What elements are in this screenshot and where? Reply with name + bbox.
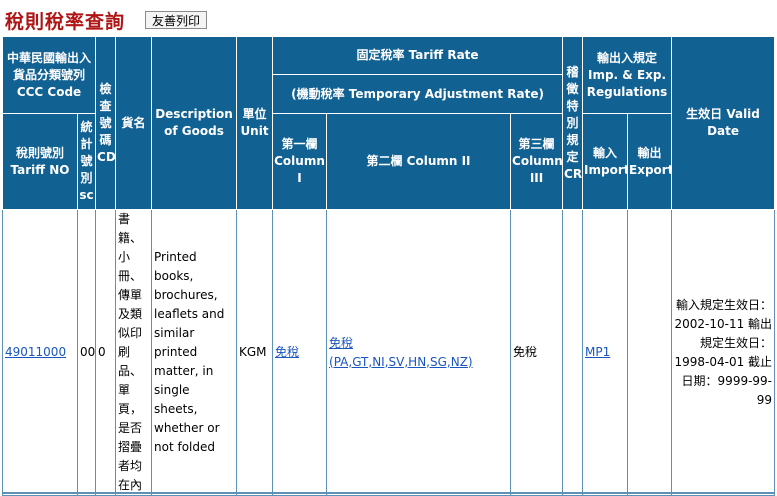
column-3-cell: 免稅	[510, 209, 564, 496]
import-cell[interactable]: MP1	[582, 209, 629, 496]
check-digit-cell: 0	[95, 209, 117, 496]
header-column-3: 第三欄 Column III	[510, 113, 564, 210]
column-1-link[interactable]: 免稅	[275, 345, 299, 359]
import-link[interactable]: MP1	[585, 345, 610, 359]
header-description: Description of Goods	[151, 36, 238, 210]
unit-cell: KGM	[236, 209, 274, 496]
header-temp-adjustment: (機動稅率 Temporary Adjustment Rate)	[272, 74, 564, 114]
description-cell: Printed books, brochures, leaflets and s…	[151, 209, 238, 496]
print-button[interactable]: 友善列印	[145, 11, 208, 29]
header-goods-name: 貨名	[115, 36, 153, 210]
header-import: 輸入 Import	[582, 113, 629, 210]
special-regulation-cell	[562, 209, 584, 496]
stat-code-cell: 00	[76, 209, 97, 496]
top-bar: 稅則稅率查詢 友善列印	[0, 0, 777, 36]
column-1-cell[interactable]: 免稅	[272, 209, 328, 496]
header-unit: 單位 Unit	[236, 36, 274, 210]
header-tariff-no: 稅則號別 Tariff NO	[2, 113, 78, 210]
column-2-cell[interactable]: 免稅 (PA,GT,NI,SV,HN,SG,NZ)	[326, 209, 512, 496]
header-stat-code: 統計號別sc	[76, 113, 97, 210]
table-row: 49011000 00 0 書籍、小冊、傳單及類似印刷品、單頁，是否摺疊者均在內…	[2, 209, 776, 496]
valid-date-cell: 輸入規定生效日：2002-10-11 輸出規定生效日：1998-04-01 截止…	[671, 209, 776, 496]
column-2-countries: (PA,GT,NI,SV,HN,SG,NZ)	[329, 354, 473, 369]
header-column-2: 第二欄 Column II	[326, 113, 512, 210]
header-valid-date: 生效日 Valid Date	[671, 36, 776, 210]
header-column-1: 第一欄 Column I	[272, 113, 328, 210]
tariff-no-link[interactable]: 49011000	[5, 345, 66, 359]
header-tariff-rate: 固定稅率 Tariff Rate	[272, 36, 564, 75]
export-cell	[627, 209, 673, 496]
page-title: 稅則稅率查詢	[5, 11, 126, 33]
header-ccc-code: 中華民國輸出入貨品分類號列CCC Code	[1, 36, 97, 114]
goods-name-cell: 書籍、小冊、傳單及類似印刷品、單頁，是否摺疊者均在內	[115, 209, 153, 496]
header-regulations: 輸出入規定 Imp. & Exp. Regulations	[582, 36, 673, 114]
header-special-regulation: 稽徵特別規定CR	[562, 36, 584, 210]
header-check-digit: 檢查號碼CD	[95, 36, 117, 210]
header-export: 輸出 Export	[627, 113, 673, 210]
column-2-rate: 免稅	[329, 335, 354, 350]
tariff-no-cell[interactable]: 49011000	[2, 209, 78, 496]
table-bottom-border	[2, 492, 774, 494]
tariff-rate-table: 中華民國輸出入貨品分類號列CCC Code 檢查號碼CD 貨名 Descript…	[1, 36, 776, 496]
column-2-link[interactable]: 免稅 (PA,GT,NI,SV,HN,SG,NZ)	[329, 336, 473, 369]
